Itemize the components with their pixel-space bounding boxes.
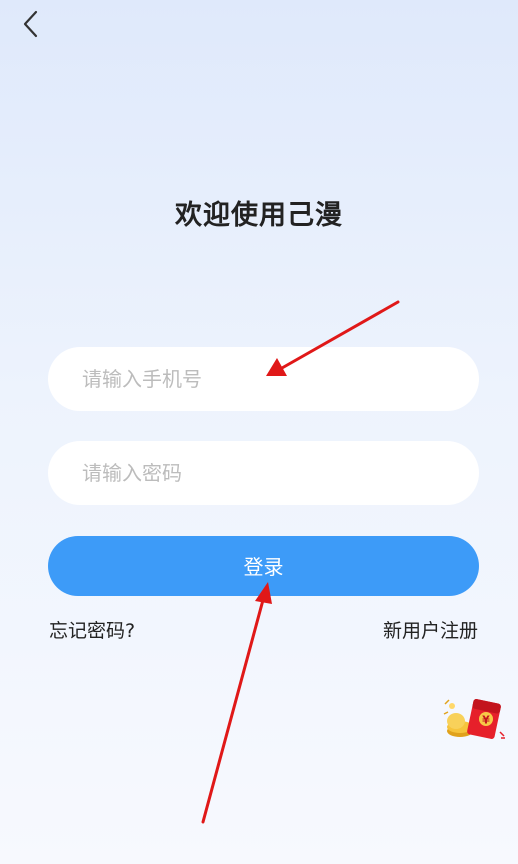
password-input[interactable] (48, 441, 479, 505)
annotation-arrows (201, 300, 400, 824)
phone-field-container (48, 347, 479, 411)
login-button[interactable]: 登录 (48, 536, 479, 596)
phone-input[interactable] (48, 347, 479, 411)
red-envelope-icon: ¥ (443, 699, 505, 739)
register-link[interactable]: 新用户注册 (383, 616, 478, 643)
forgot-password-link[interactable]: 忘记密码? (49, 616, 135, 643)
back-button[interactable] (14, 8, 50, 42)
annotation-arrow-to-login (201, 582, 272, 824)
chevron-left-icon (23, 10, 38, 38)
page-title: 欢迎使用己漫 (175, 200, 343, 231)
red-packet-button[interactable]: ¥ (442, 694, 506, 744)
password-field-container (48, 441, 479, 505)
yen-symbol: ¥ (482, 714, 490, 727)
